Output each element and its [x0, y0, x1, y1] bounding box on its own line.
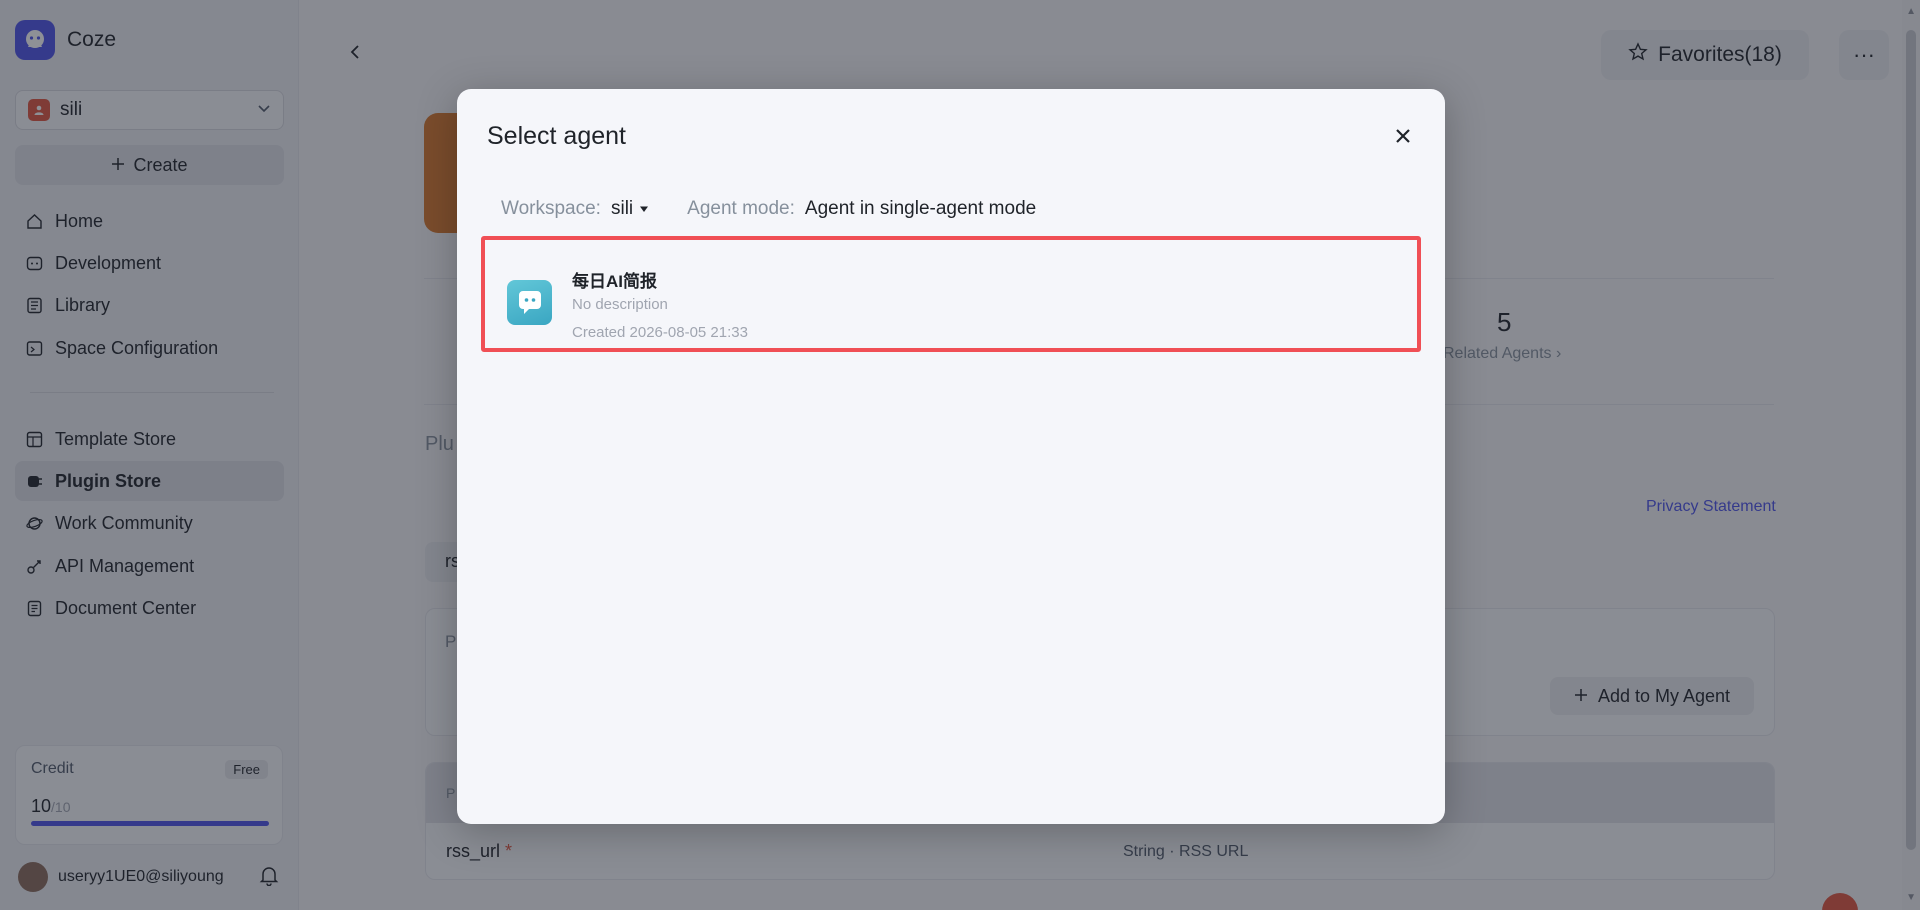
agent-mode-label: Agent mode: — [687, 198, 795, 219]
workspace-filter-dropdown[interactable]: sili — [611, 198, 649, 220]
filter-row: Workspace: sili Agent mode: Agent in sin… — [501, 198, 1036, 220]
workspace-filter-value: sili — [610, 198, 634, 219]
agent-bot-icon — [507, 280, 552, 325]
select-agent-modal: Select agent Workspace: sili Agent mode:… — [457, 89, 1445, 824]
close-button[interactable] — [1388, 123, 1418, 153]
agent-list-item[interactable]: 每日AI简报 No description Created 2026-08-05… — [481, 236, 1421, 352]
agent-name: 每日AI简报 — [572, 272, 657, 291]
caret-down-icon — [639, 198, 649, 220]
agent-description: No description — [572, 296, 668, 313]
close-icon — [1394, 127, 1412, 150]
modal-title: Select agent — [487, 122, 626, 150]
agent-created-date: Created 2026-08-05 21:33 — [572, 324, 748, 341]
workspace-filter-label: Workspace: — [501, 198, 601, 219]
agent-mode-value: Agent in single-agent mode — [804, 198, 1037, 219]
